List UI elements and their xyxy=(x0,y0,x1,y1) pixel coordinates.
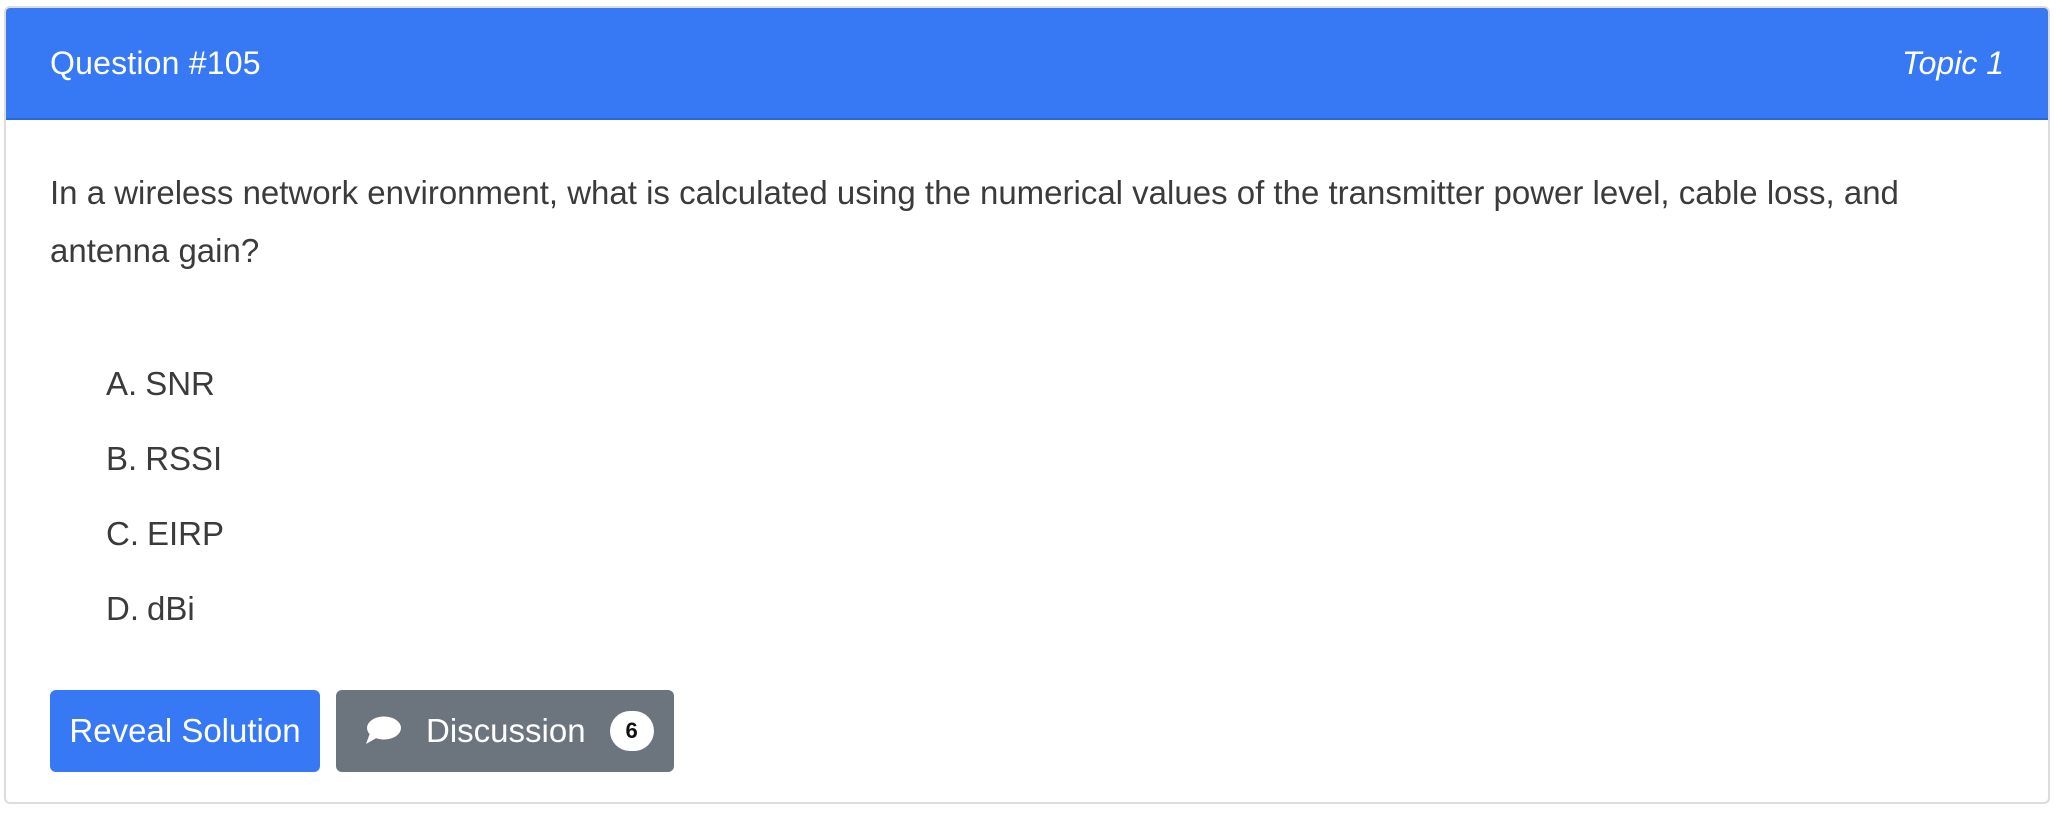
question-title: Question #105 xyxy=(50,44,261,81)
topic-label: Topic 1 xyxy=(1902,44,2004,81)
card-body: In a wireless network environment, what … xyxy=(6,120,2048,772)
action-bar: Reveal Solution Discussion 6 xyxy=(50,690,2004,772)
choice-a[interactable]: A. SNR xyxy=(106,346,2004,421)
choices-list: A. SNR B. RSSI C. EIRP D. dBi xyxy=(50,346,2004,646)
choice-d[interactable]: D. dBi xyxy=(106,571,2004,646)
discussion-button[interactable]: Discussion 6 xyxy=(336,690,674,772)
discussion-count-badge: 6 xyxy=(609,711,654,751)
choice-text: dBi xyxy=(147,590,195,627)
choice-b[interactable]: B. RSSI xyxy=(106,421,2004,496)
reveal-solution-button[interactable]: Reveal Solution xyxy=(50,690,320,772)
choice-text: SNR xyxy=(145,365,215,402)
choice-letter: D. xyxy=(106,590,139,627)
question-text: In a wireless network environment, what … xyxy=(50,174,1899,269)
discussion-label: Discussion xyxy=(426,712,586,749)
reveal-solution-label: Reveal Solution xyxy=(69,712,301,749)
choice-c[interactable]: C. EIRP xyxy=(106,496,2004,571)
question-card: Question #105 Topic 1 In a wireless netw… xyxy=(4,6,2050,804)
choice-text: RSSI xyxy=(145,440,223,477)
choice-letter: A. xyxy=(106,365,138,402)
choice-text: EIRP xyxy=(147,515,225,552)
choice-letter: B. xyxy=(106,440,138,477)
speech-bubble-icon xyxy=(364,715,402,747)
card-header: Question #105 Topic 1 xyxy=(6,8,2048,120)
choice-letter: C. xyxy=(106,515,139,552)
